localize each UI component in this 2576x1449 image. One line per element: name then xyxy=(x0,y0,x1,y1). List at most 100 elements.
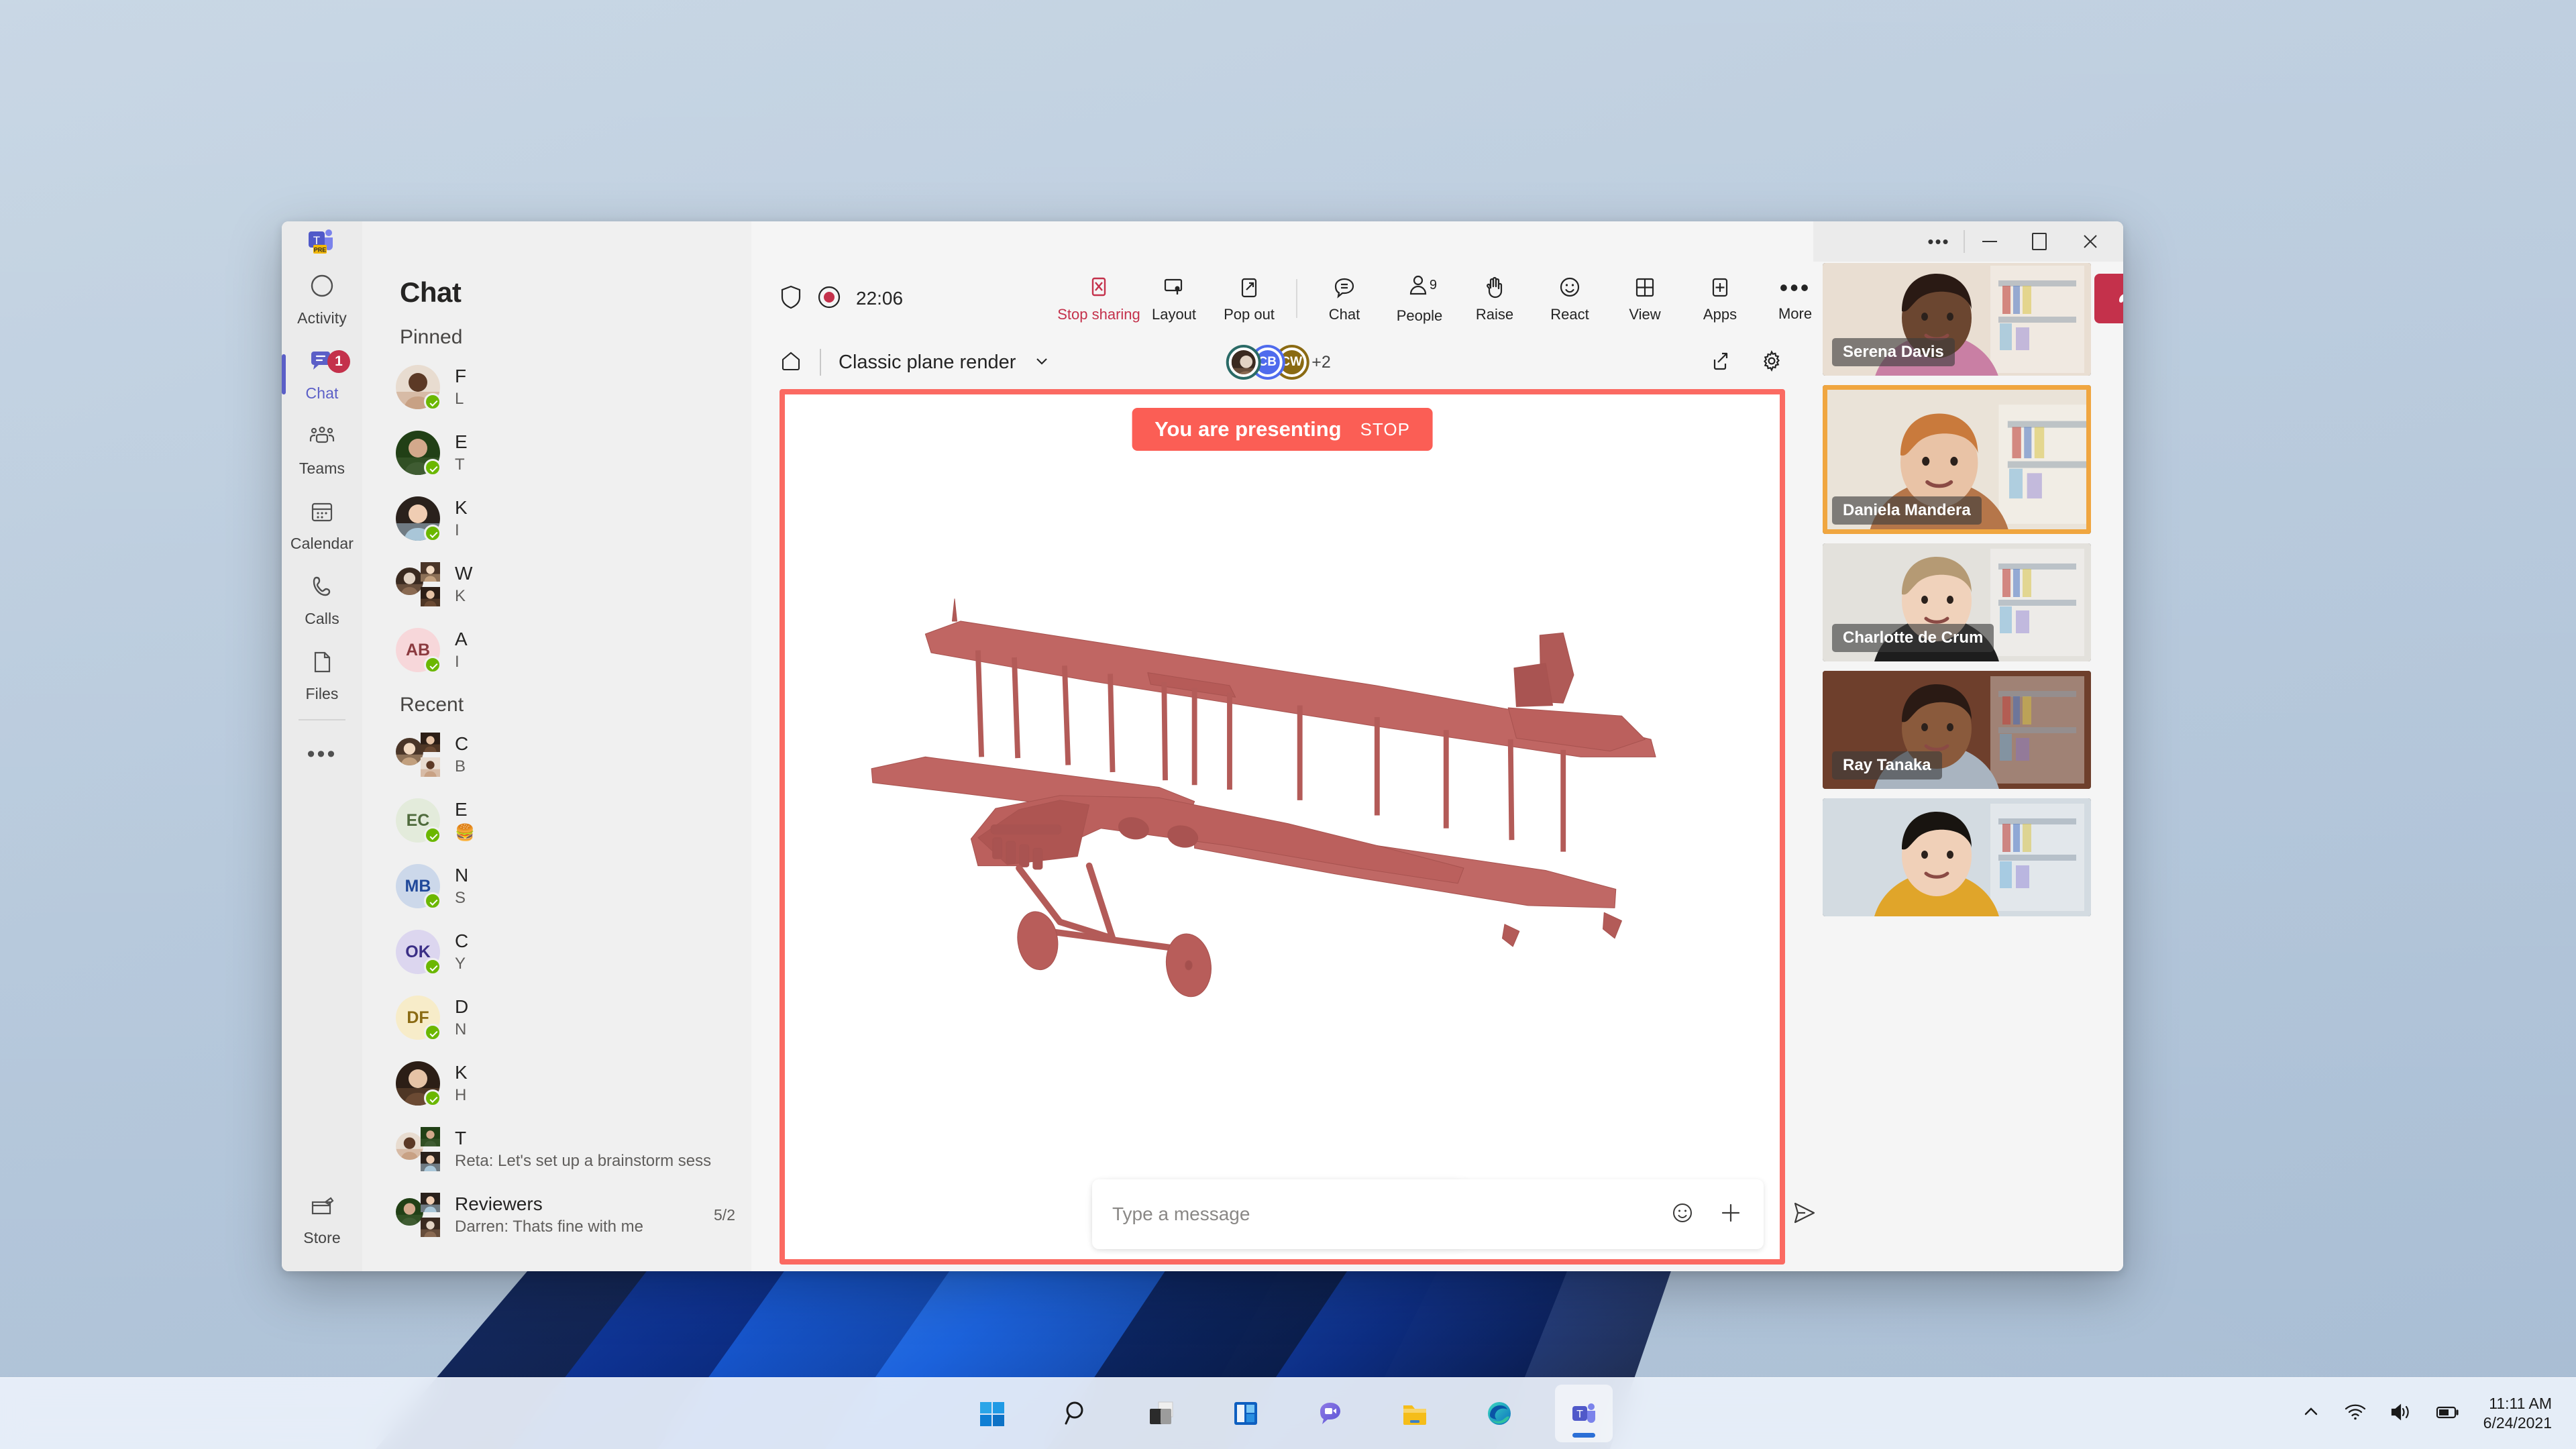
recording-dot-icon xyxy=(817,285,841,313)
participant-tile[interactable] xyxy=(1823,798,2091,916)
close-button[interactable] xyxy=(2064,221,2116,262)
breadcrumb-title: Classic plane render xyxy=(839,351,1016,373)
list-item[interactable]: FL xyxy=(362,354,751,420)
participant-tile[interactable]: Daniela Mandera xyxy=(1823,385,2091,534)
chevron-down-icon[interactable] xyxy=(1033,352,1051,373)
gear-icon[interactable] xyxy=(1760,349,1784,376)
taskbar-clock[interactable]: 11:11 AM 6/24/2021 xyxy=(2483,1394,2552,1433)
maximize-button[interactable] xyxy=(2015,221,2064,262)
sidebar-item-files[interactable]: Files xyxy=(282,637,362,712)
people-button[interactable]: 9 People xyxy=(1382,266,1457,331)
raise-hand-button[interactable]: Raise xyxy=(1457,266,1532,331)
pop-out-button[interactable]: Pop out xyxy=(1212,266,1287,331)
volume-icon[interactable] xyxy=(2390,1402,2412,1426)
list-item[interactable]: ET xyxy=(362,420,751,486)
wifi-icon[interactable] xyxy=(2344,1402,2367,1426)
avatar[interactable] xyxy=(1228,347,1258,377)
send-icon[interactable] xyxy=(1789,1198,1841,1231)
sidebar-item-label: Calls xyxy=(305,610,339,627)
sidebar-item-calendar[interactable]: Calendar xyxy=(282,487,362,562)
sidebar-item-chat[interactable]: 1 Chat xyxy=(282,337,362,412)
list-item[interactable]: MB N S xyxy=(362,853,751,919)
battery-icon[interactable] xyxy=(2435,1403,2461,1424)
svg-text:T: T xyxy=(1576,1409,1583,1420)
button-label: View xyxy=(1629,305,1661,323)
start-button[interactable] xyxy=(963,1385,1021,1442)
view-button[interactable]: View xyxy=(1607,266,1682,331)
share-box-icon[interactable] xyxy=(1709,350,1731,376)
chat-name: C xyxy=(455,733,469,754)
edge-icon xyxy=(1488,1402,1511,1425)
taskbar-buttons: T xyxy=(963,1385,1613,1442)
participant-tile[interactable]: Charlotte de Crum xyxy=(1823,543,2091,661)
file-explorer-button[interactable] xyxy=(1386,1385,1444,1442)
message-compose-area: Type a message xyxy=(1067,1157,1841,1271)
chat-preview: Reta: Let's set up a brainstorm session … xyxy=(455,1152,711,1170)
more-options-button[interactable]: ••• More xyxy=(1758,266,1833,331)
message-input[interactable]: Type a message xyxy=(1112,1203,1647,1225)
list-item[interactable]: T Reta: Let's set up a brainstorm session… xyxy=(362,1116,751,1182)
chat-group-label: Recent xyxy=(400,694,464,716)
list-item[interactable]: EC E 🍔 xyxy=(362,788,751,853)
participant-name: Charlotte de Crum xyxy=(1832,624,1994,652)
compose-box[interactable]: Type a message xyxy=(1092,1179,1764,1249)
presence-indicator xyxy=(424,1024,441,1041)
apps-button[interactable]: Apps xyxy=(1682,266,1758,331)
list-item[interactable]: KH xyxy=(362,1051,751,1116)
react-smiley-icon xyxy=(1560,277,1580,297)
list-item[interactable]: AB A I xyxy=(362,617,751,683)
list-item[interactable]: DF D N xyxy=(362,985,751,1051)
sidebar-item-teams[interactable]: Teams xyxy=(282,412,362,487)
button-label: Raise xyxy=(1475,305,1514,323)
presence-indicator xyxy=(424,459,441,476)
system-tray: 11:11 AM 6/24/2021 xyxy=(2301,1394,2552,1433)
list-item[interactable]: WK xyxy=(362,551,751,617)
chat-preview: Darren: Thats fine with me xyxy=(455,1218,644,1236)
leave-button[interactable]: Leave xyxy=(2094,274,2123,323)
sidebar-item-label: Activity xyxy=(297,309,347,327)
teams-button[interactable]: T xyxy=(1555,1385,1613,1442)
list-item[interactable]: OK C Y xyxy=(362,919,751,985)
chat-toggle-button[interactable]: Chat xyxy=(1307,266,1382,331)
calendar-icon xyxy=(307,496,337,531)
chat-group-label: Pinned xyxy=(400,326,463,348)
list-item[interactable]: KI xyxy=(362,486,751,551)
avatar xyxy=(396,562,440,606)
breadcrumb-divider xyxy=(820,349,821,376)
teams-window: T PRE Meeting Title ••• xyxy=(282,221,2123,1271)
people-count: 9 xyxy=(1429,278,1437,292)
sidebar-item-store[interactable]: Store xyxy=(282,1181,362,1256)
show-hidden-icons[interactable] xyxy=(2301,1402,2321,1426)
sidebar-item-activity[interactable]: Activity xyxy=(282,262,362,337)
layout-button[interactable]: Layout xyxy=(1136,266,1212,331)
edge-button[interactable] xyxy=(1470,1385,1528,1442)
participant-name: Serena Davis xyxy=(1832,338,1955,366)
list-item[interactable]: CB xyxy=(362,722,751,788)
minimize-button[interactable] xyxy=(1965,221,2015,262)
task-view-icon xyxy=(1150,1401,1173,1424)
participant-tile[interactable]: Serena Davis xyxy=(1823,263,2091,376)
chat-preview: 🍔 xyxy=(455,823,475,842)
safety-shield-icon[interactable] xyxy=(780,284,802,313)
sidebar-item-calls[interactable]: Calls xyxy=(282,562,362,637)
meeting-toolbar: 22:06 Stop sharing Layout Pop out Chat 9… xyxy=(751,262,2123,335)
avatar-overflow-count[interactable]: +2 xyxy=(1311,353,1331,372)
task-view-button[interactable] xyxy=(1132,1385,1190,1442)
plus-icon[interactable] xyxy=(1718,1200,1743,1229)
widgets-button[interactable] xyxy=(1217,1385,1275,1442)
participant-name: Daniela Mandera xyxy=(1832,496,1982,525)
chat-name: K xyxy=(455,1062,468,1083)
chat-button[interactable] xyxy=(1301,1385,1359,1442)
biplane-render xyxy=(785,394,1780,1259)
list-item[interactable]: Reviewers Darren: Thats fine with me 5/2 xyxy=(362,1182,751,1248)
search-button[interactable] xyxy=(1048,1385,1106,1442)
participant-avatars[interactable]: CB CW +2 xyxy=(1228,347,1331,377)
react-button[interactable]: React xyxy=(1532,266,1607,331)
smiley-icon[interactable] xyxy=(1670,1200,1695,1229)
sidebar-item-more[interactable]: ••• xyxy=(282,727,362,781)
participant-tile[interactable]: Ray Tanaka xyxy=(1823,671,2091,789)
stop-sharing-button[interactable]: Stop sharing xyxy=(1057,266,1140,331)
window-more-button[interactable]: ••• xyxy=(1914,221,1964,262)
participant-name: Ray Tanaka xyxy=(1832,751,1942,780)
home-icon[interactable] xyxy=(780,350,802,376)
